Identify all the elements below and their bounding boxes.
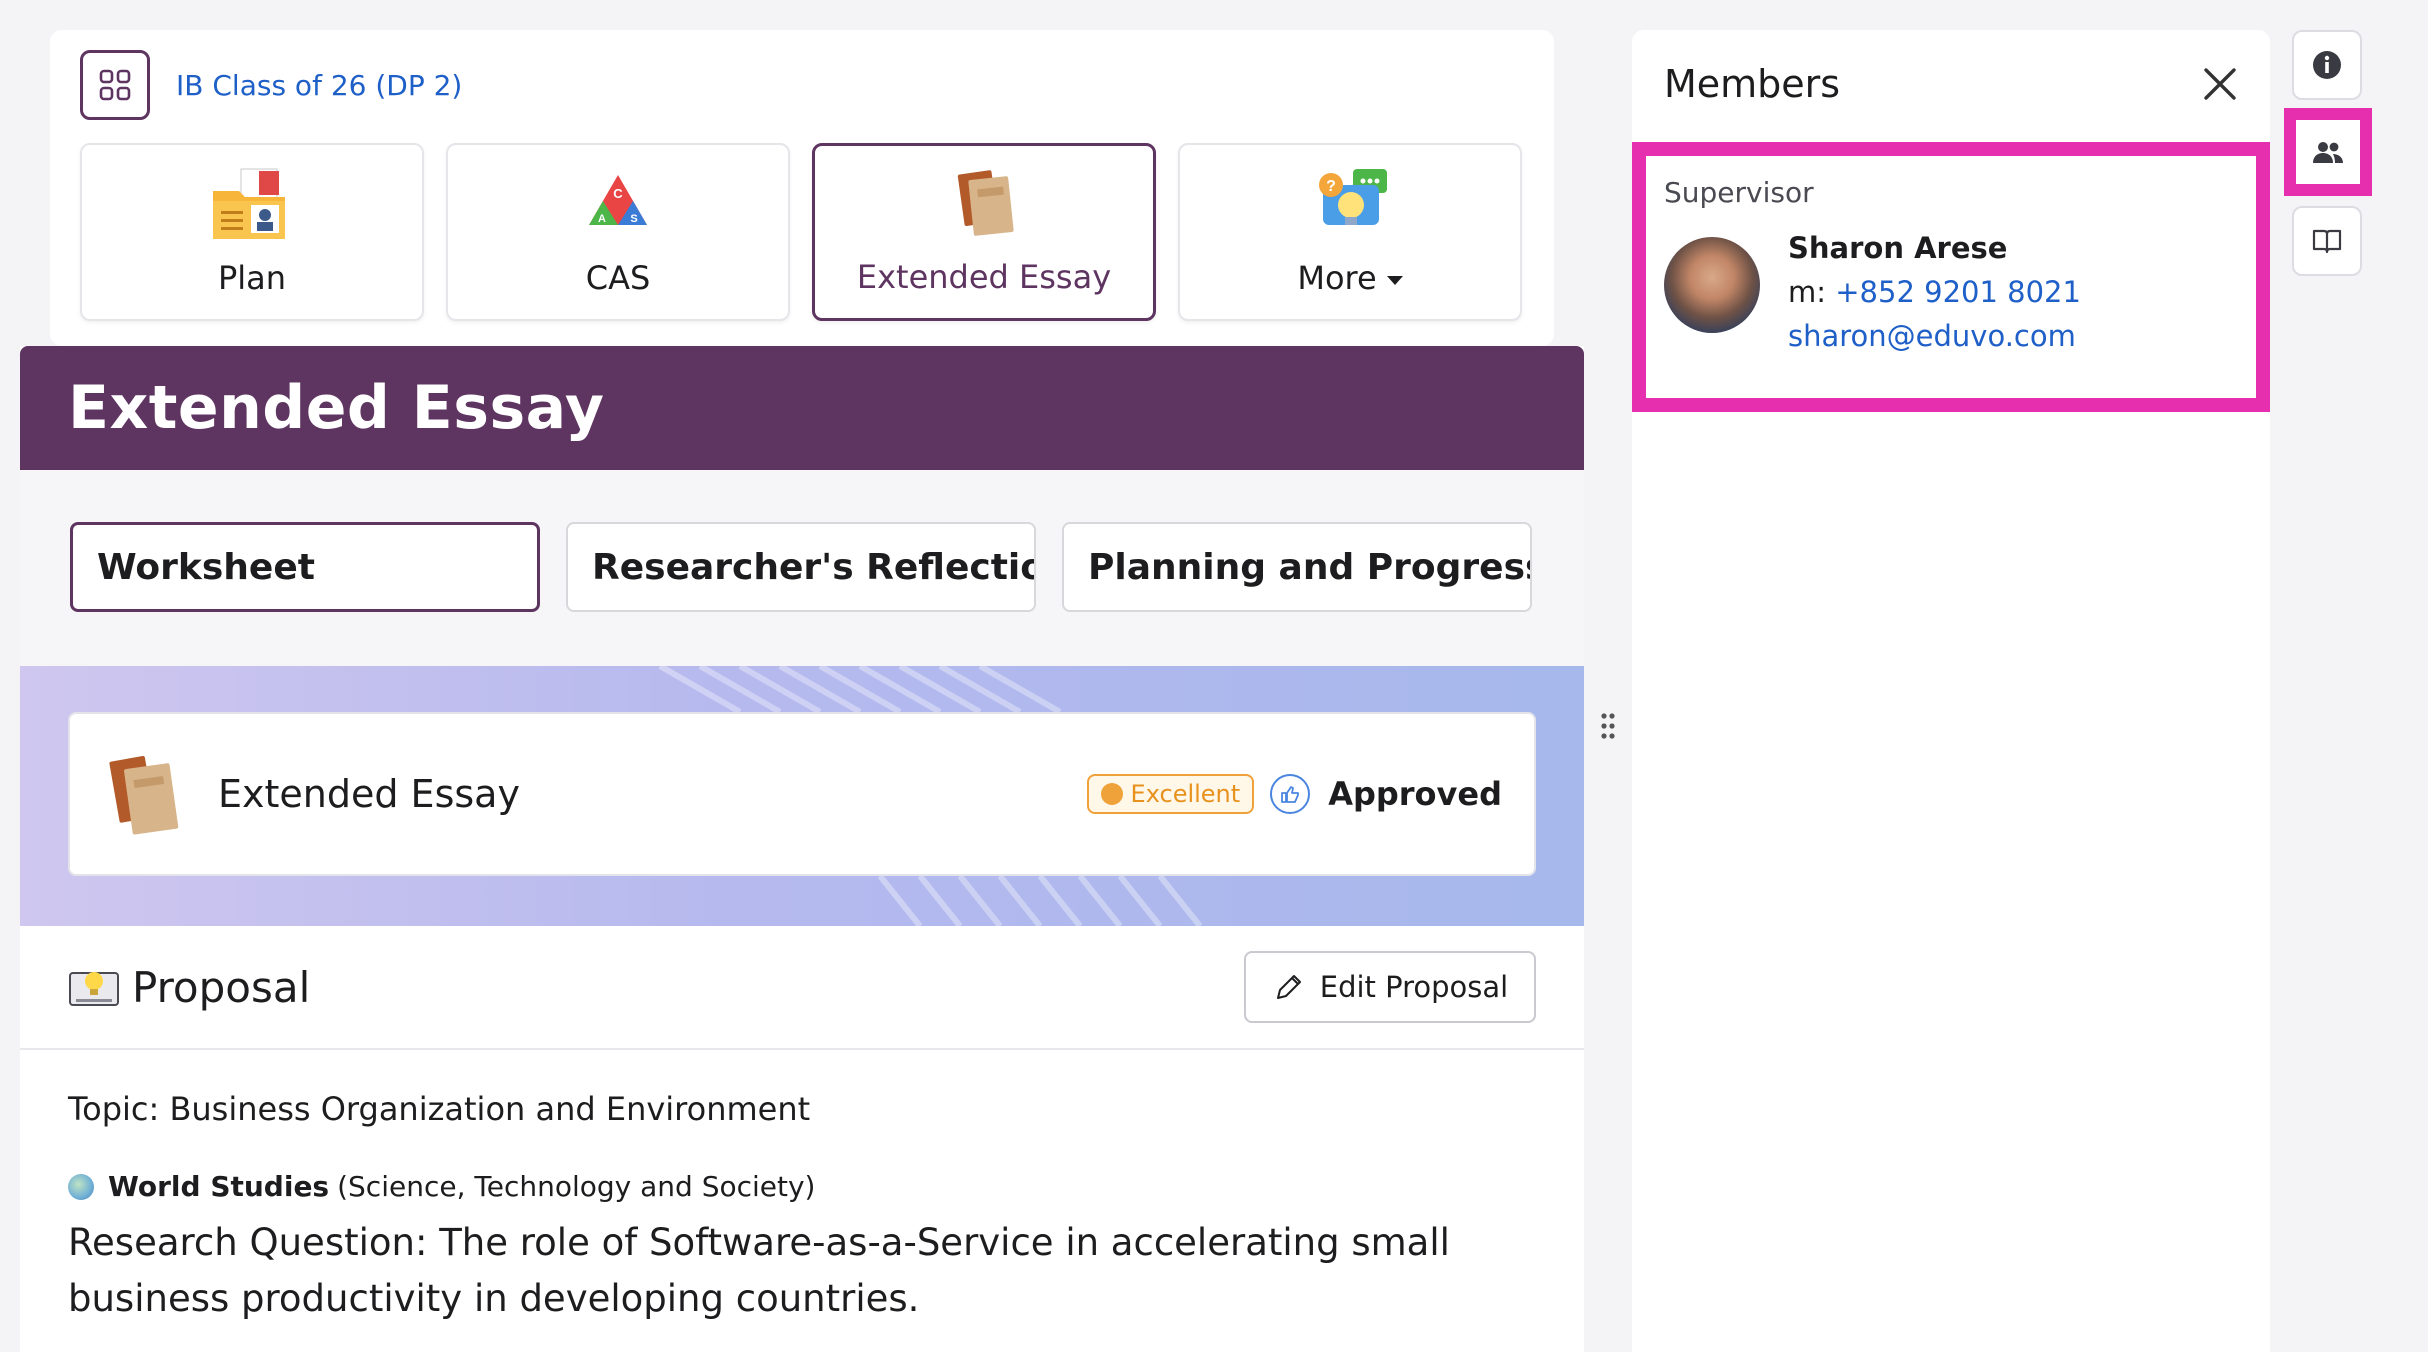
- supervisor-name: Sharon Arese: [1788, 231, 2008, 265]
- page-title: Extended Essay: [68, 373, 605, 443]
- app-label-more: More: [1297, 259, 1403, 297]
- subject-detail: (Science, Technology and Society): [337, 1170, 816, 1203]
- svg-text:A: A: [598, 213, 606, 225]
- extended-essay-book-icon: [109, 755, 179, 835]
- grid-icon: [99, 69, 131, 101]
- svg-text:?: ?: [1326, 178, 1336, 195]
- tab-researchers-reflection[interactable]: Researcher's Reflection ...: [566, 522, 1036, 612]
- subject-line: World Studies (Science, Technology and S…: [68, 1170, 1524, 1203]
- grade-badge: Excellent: [1086, 774, 1255, 814]
- supervisor-phone-line: m: +852 9201 8021: [1788, 275, 2081, 309]
- pencil-icon: [1276, 975, 1301, 999]
- app-grid-button[interactable]: [80, 50, 150, 120]
- phone-prefix: m:: [1788, 275, 1836, 309]
- ee-card-title: Extended Essay: [218, 772, 520, 816]
- approval-status: Approved: [1328, 775, 1502, 813]
- more-chat-bulb-icon: ?: [1319, 169, 1387, 225]
- proposal-title: Proposal: [132, 962, 311, 1012]
- app-tile-extended-essay[interactable]: Extended Essay: [812, 143, 1156, 321]
- app-tile-cas[interactable]: C A S CAS: [446, 143, 790, 321]
- subject-name: World Studies: [108, 1170, 330, 1203]
- plan-folder-icon: [213, 168, 285, 239]
- proposal-header: Proposal Edit Proposal: [20, 926, 1584, 1050]
- proposal-topic: Topic: Business Organization and Environ…: [68, 1090, 811, 1128]
- supervisor-row: Sharon Arese m: +852 9201 8021 sharon@ed…: [1664, 231, 2256, 363]
- book-icon: [2312, 229, 2342, 254]
- resources-button[interactable]: [2292, 206, 2362, 276]
- app-label-extended-essay: Extended Essay: [856, 258, 1112, 296]
- app-tile-more[interactable]: ? More: [1178, 143, 1522, 321]
- app-label-plan: Plan: [217, 259, 287, 297]
- members-panel: Members Supervisor Sharon Arese m: +852 …: [1632, 30, 2270, 1352]
- info-icon: [2313, 51, 2341, 79]
- members-header: Members: [1632, 30, 2270, 138]
- more-label-text: More: [1297, 259, 1377, 297]
- class-row: IB Class of 26 (DP 2): [80, 50, 462, 120]
- close-icon[interactable]: [2200, 64, 2240, 104]
- thumbs-up-icon: [1270, 774, 1311, 814]
- tabs-bar: Worksheet Researcher's Reflection ... Pl…: [20, 470, 1584, 666]
- proposal-board-icon: [69, 972, 119, 1006]
- phone-link[interactable]: +852 9201 8021: [1835, 275, 2081, 309]
- people-icon: [2313, 142, 2343, 163]
- supervisor-card: Supervisor Sharon Arese m: +852 9201 802…: [1632, 142, 2270, 412]
- app-tiles: Plan C A S CAS Extended Essay ? More: [80, 143, 1522, 321]
- svg-text:C: C: [613, 186, 623, 201]
- supervisor-details: Sharon Arese m: +852 9201 8021 sharon@ed…: [1788, 231, 2081, 363]
- members-title: Members: [1664, 62, 1841, 106]
- app-tile-plan[interactable]: Plan: [80, 143, 424, 321]
- main-content: Extended Essay Worksheet Researcher's Re…: [20, 346, 1584, 1352]
- members-button[interactable]: [2284, 108, 2372, 196]
- hero-section: Extended Essay Excellent Approved: [20, 666, 1584, 926]
- svg-text:S: S: [630, 213, 637, 225]
- proposal-body: Topic: Business Organization and Environ…: [20, 1050, 1584, 1327]
- email-link[interactable]: sharon@eduvo.com: [1788, 319, 2076, 353]
- edit-proposal-label: Edit Proposal: [1319, 970, 1509, 1004]
- grade-badge-label: Excellent: [1130, 780, 1241, 808]
- globe-icon: [68, 1173, 94, 1200]
- extended-essay-card[interactable]: Extended Essay Excellent Approved: [68, 712, 1536, 876]
- cas-triangle-icon: C A S: [589, 175, 647, 225]
- edit-proposal-button[interactable]: Edit Proposal: [1244, 951, 1536, 1023]
- class-name-link[interactable]: IB Class of 26 (DP 2): [176, 69, 462, 102]
- trophy-icon: [1100, 783, 1123, 805]
- extended-essay-book-icon: [957, 170, 1014, 236]
- avatar: [1664, 237, 1760, 333]
- tab-planning-and-progress[interactable]: Planning and Progress ...: [1062, 522, 1532, 612]
- page-banner: Extended Essay: [20, 346, 1584, 470]
- info-button[interactable]: [2292, 30, 2362, 100]
- app-label-cas: CAS: [585, 259, 651, 297]
- supervisor-role-label: Supervisor: [1664, 176, 1814, 209]
- supervisor-email-line: sharon@eduvo.com: [1788, 319, 2081, 353]
- panel-resize-handle-icon[interactable]: [1600, 712, 1616, 740]
- tab-worksheet[interactable]: Worksheet: [70, 522, 540, 612]
- research-question: Research Question: The role of Software-…: [68, 1221, 1450, 1320]
- class-apps-card: IB Class of 26 (DP 2) Plan C A S CAS Ext…: [50, 30, 1554, 346]
- caret-down-icon: [1386, 275, 1403, 285]
